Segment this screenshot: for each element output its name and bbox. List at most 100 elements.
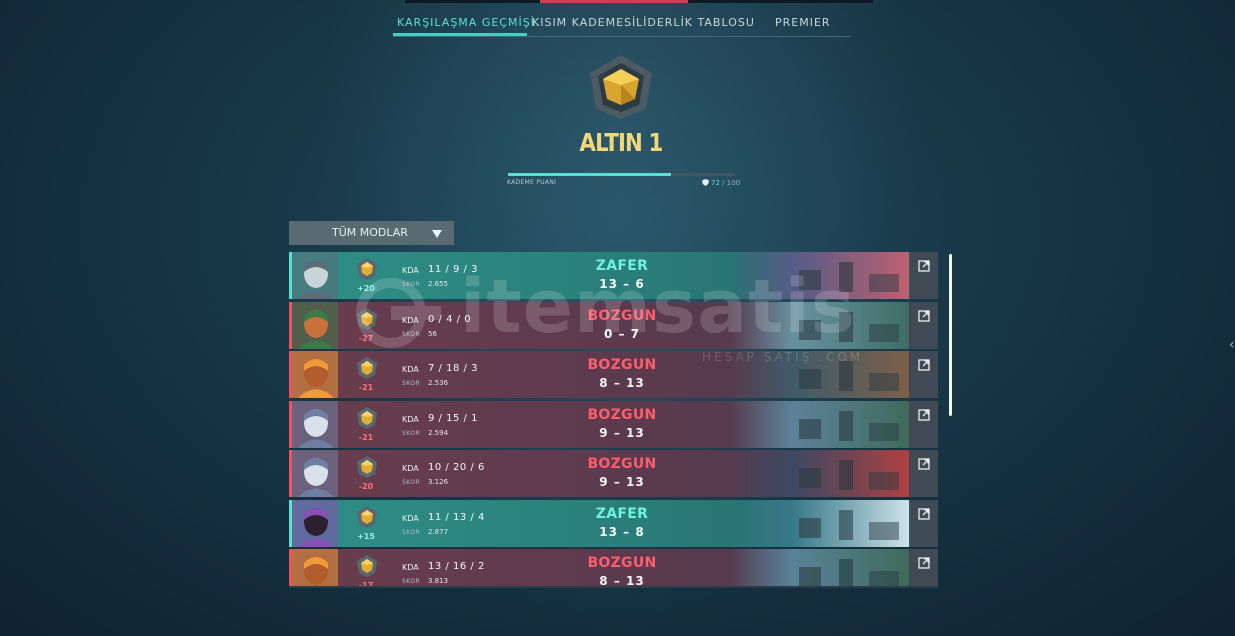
assists: 4	[477, 511, 485, 523]
open-details-icon	[918, 359, 930, 371]
deaths: 9	[452, 264, 460, 275]
match-details-button[interactable]	[910, 450, 938, 497]
kills: 10	[428, 462, 442, 473]
chevron-left-icon[interactable]: ‹	[1229, 337, 1235, 353]
shield-icon	[702, 179, 709, 186]
open-details-icon	[918, 309, 930, 322]
deaths: 16	[452, 561, 467, 572]
combat-score: 3.813	[428, 577, 449, 585]
match-details-button[interactable]	[910, 499, 938, 547]
match-details-button[interactable]	[910, 549, 938, 586]
round-score: 0 – 7	[603, 326, 641, 341]
raze-portrait	[292, 301, 338, 349]
jett-portrait	[292, 400, 338, 448]
active-tab-indicator	[393, 33, 527, 36]
assists: 2	[477, 561, 485, 572]
tab-match-history[interactable]: KARŞILAŞMA GEÇMİŞİ	[397, 16, 535, 29]
match-details-button[interactable]	[910, 301, 938, 349]
chevron-down-icon	[432, 230, 442, 238]
match-details-button[interactable]	[910, 351, 938, 398]
rank-rating-fill	[508, 173, 672, 176]
map-thumbnail	[729, 400, 909, 448]
gold-rank-icon	[357, 258, 377, 280]
rank-rating-change: -27	[358, 333, 374, 343]
gold-rank-icon	[357, 456, 377, 478]
assists: 6	[477, 462, 485, 473]
kda-value: 7 / 18 / 3	[428, 363, 478, 374]
top-accent-bar	[540, 0, 688, 3]
match-row[interactable]: -27 KDA 0 / 4 / 0 SKOR 56 BOZGUN 0 – 7	[289, 301, 938, 349]
kda-label: KDA	[402, 563, 419, 572]
kda-label: KDA	[402, 266, 419, 275]
round-score: 13 – 8	[599, 524, 645, 539]
mode-filter-dropdown[interactable]: TÜM MODLAR	[289, 221, 454, 245]
score-label: SKOR	[402, 429, 421, 437]
kda-value: 11 / 9 / 3	[428, 264, 478, 275]
open-details-icon	[918, 260, 930, 272]
match-row[interactable]: +20 KDA 11 / 9 / 3 SKOR 2.655 ZAFER 13 – 6	[289, 252, 938, 299]
gold-rank-icon	[357, 357, 377, 379]
match-result: BOZGUN	[587, 456, 657, 472]
score-label: SKOR	[402, 281, 421, 288]
open-details-icon	[918, 408, 930, 421]
deaths: 18	[446, 363, 460, 374]
combat-score: 2.877	[428, 527, 449, 536]
rank-rating-label: KADEME PUANI	[507, 179, 557, 186]
combat-score: 2.655	[428, 280, 449, 288]
mode-filter-label: TÜM MODLAR	[332, 226, 408, 239]
assists: 1	[471, 412, 478, 424]
match-result: ZAFER	[595, 258, 649, 274]
match-result: BOZGUN	[587, 406, 657, 423]
match-result: ZAFER	[595, 505, 649, 522]
map-thumbnail	[729, 450, 909, 497]
kills: 11	[428, 511, 442, 523]
phoenix-portrait	[292, 351, 338, 398]
deaths: 15	[446, 412, 460, 424]
list-bottom-divider	[289, 586, 938, 588]
rank-rating-change: -21	[358, 383, 374, 392]
rank-rating-change: +20	[357, 284, 375, 293]
score-label: SKOR	[402, 479, 421, 486]
match-row[interactable]: -20 KDA 10 / 20 / 6 SKOR 3.126 BOZGUN 9 – 13	[289, 450, 938, 497]
career-tabs: KARŞILAŞMA GEÇMİŞİ KISIM KADEMESİ LİDERL…	[393, 12, 850, 37]
kills: 7	[428, 363, 435, 374]
map-thumbnail	[729, 549, 909, 586]
open-details-icon	[918, 458, 930, 470]
score-label: SKOR	[402, 578, 421, 585]
tab-act-rank[interactable]: KISIM KADEMESİ	[532, 16, 636, 29]
match-result: BOZGUN	[587, 357, 657, 373]
match-details-button[interactable]	[910, 252, 938, 299]
combat-score: 3.126	[428, 478, 449, 486]
match-row[interactable]: -21 KDA 9 / 15 / 1 SKOR 2.594 BOZGUN 9 – 13	[289, 400, 938, 448]
gold-rank-icon	[357, 505, 377, 528]
match-result: BOZGUN	[587, 555, 657, 571]
match-details-button[interactable]	[910, 400, 938, 448]
gold-rank-icon	[357, 555, 377, 577]
map-thumbnail	[729, 252, 909, 299]
kda-label: KDA	[402, 464, 419, 473]
tab-premier[interactable]: PREMIER	[775, 16, 831, 29]
list-scrollbar[interactable]	[949, 254, 952, 416]
rank-rating-bar	[508, 173, 735, 176]
assists: 3	[471, 264, 478, 275]
match-row[interactable]: +15 KDA 11 / 13 / 4 SKOR 2.877 ZAFER 13 – 8	[289, 499, 938, 547]
gold-rank-icon	[590, 55, 652, 119]
map-thumbnail	[729, 301, 909, 349]
match-row[interactable]: -21 KDA 7 / 18 / 3 SKOR 2.536 BOZGUN 8 – 13	[289, 351, 938, 398]
gold-rank-icon	[357, 406, 377, 429]
kda-label: KDA	[402, 414, 419, 424]
rank-rating-max: 100	[726, 179, 741, 187]
kills: 9	[428, 412, 435, 424]
round-score: 9 – 13	[599, 425, 645, 440]
rank-rating-change: +15	[357, 531, 375, 541]
match-history-list[interactable]: +20 KDA 11 / 9 / 3 SKOR 2.655 ZAFER 13 – 6 -27 K…	[289, 252, 938, 586]
rank-name: ALTIN 1	[579, 128, 664, 157]
kda-value: 13 / 16 / 2	[428, 561, 485, 572]
kda-value: 9 / 15 / 1	[428, 412, 478, 424]
assists: 3	[471, 363, 478, 374]
rank-rating-value: 72 / 100	[702, 179, 740, 187]
tab-leaderboard[interactable]: LİDERLİK TABLOSU	[636, 16, 755, 29]
kills: 0	[428, 313, 435, 325]
match-row[interactable]: -17 KDA 13 / 16 / 2 SKOR 3.813 BOZGUN 8 – 13	[289, 549, 938, 586]
kda-value: 11 / 13 / 4	[428, 511, 485, 523]
